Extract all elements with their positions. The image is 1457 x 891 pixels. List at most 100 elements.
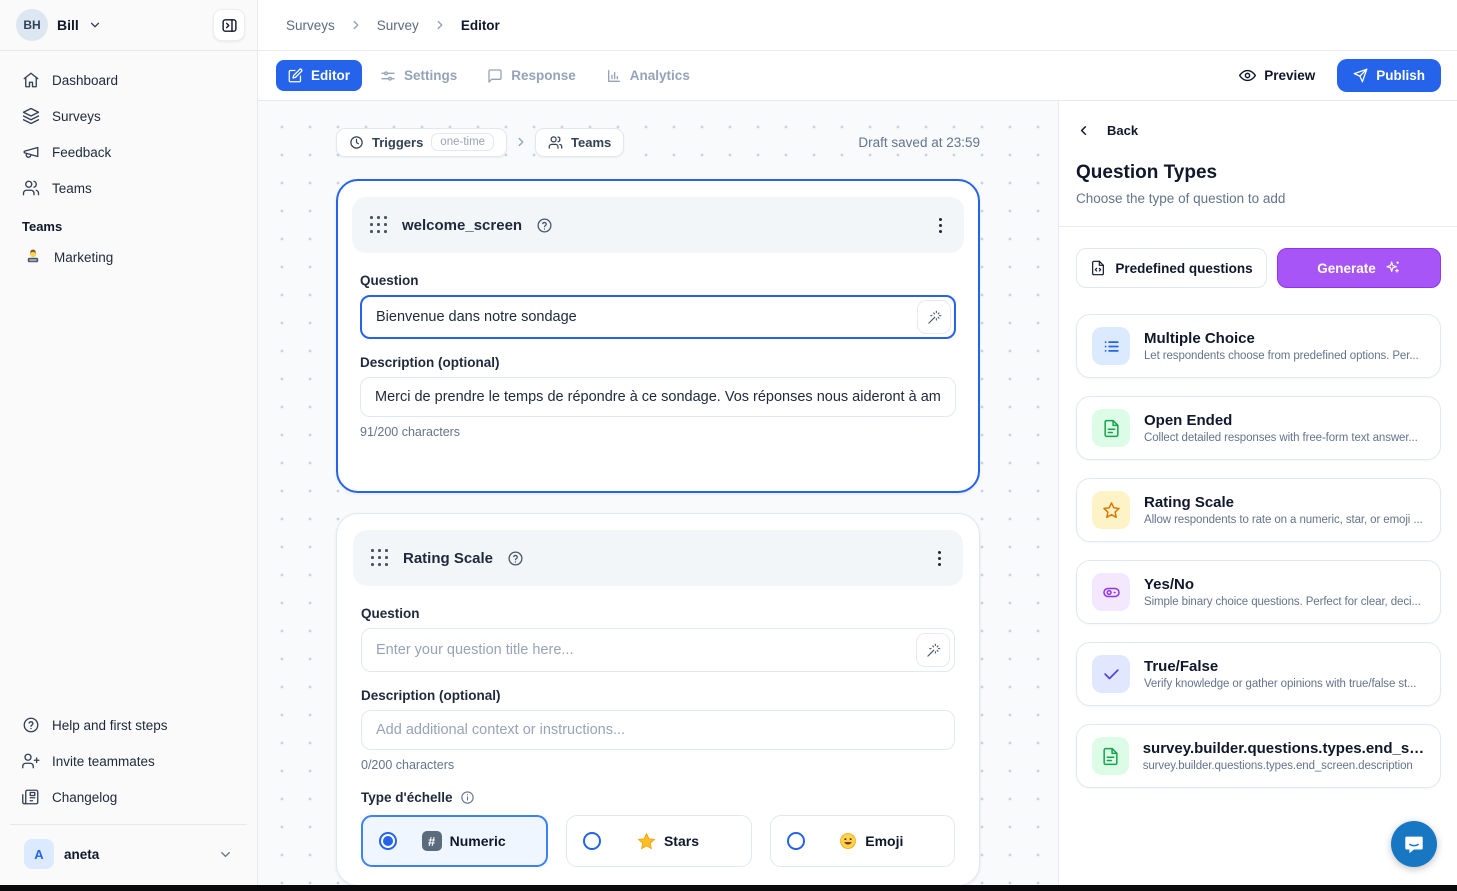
star-emoji-icon — [637, 832, 656, 851]
card-header: Rating Scale — [353, 530, 963, 586]
tab-response[interactable]: Response — [475, 60, 588, 92]
type-name: True/False — [1144, 658, 1416, 675]
check-icon — [1092, 655, 1130, 693]
ai-rewrite-button[interactable] — [916, 633, 950, 667]
workspace-avatar: BH — [16, 9, 48, 41]
tab-label: Editor — [311, 68, 350, 83]
type-card-multiple-choice[interactable]: Multiple Choice Let respondents choose f… — [1076, 314, 1441, 378]
chat-bubble-icon — [1403, 833, 1425, 855]
sidebar-item-teams[interactable]: Teams — [10, 171, 247, 205]
description-input[interactable] — [360, 377, 956, 417]
teams-chip[interactable]: Teams — [535, 128, 624, 157]
type-name: Yes/No — [1144, 576, 1421, 593]
radio-icon — [583, 832, 601, 850]
type-card-true-false[interactable]: True/False Verify knowledge or gather op… — [1076, 642, 1441, 706]
sidebar-item-label: Help and first steps — [52, 718, 168, 733]
type-description: Simple binary choice questions. Perfect … — [1144, 596, 1421, 608]
teams-chip-label: Teams — [571, 135, 611, 150]
sidebar-item-dashboard[interactable]: Dashboard — [10, 63, 247, 97]
back-button[interactable]: Back — [1076, 123, 1441, 138]
drag-handle-icon[interactable] — [370, 216, 388, 234]
sidebar-item-invite[interactable]: Invite teammates — [10, 744, 247, 778]
bottom-edge-bar — [0, 885, 1457, 891]
char-count: 91/200 characters — [360, 425, 956, 439]
description-label: Description (optional) — [360, 355, 956, 370]
generate-label: Generate — [1317, 261, 1376, 276]
sidebar-item-feedback[interactable]: Feedback — [10, 135, 247, 169]
sidebar-item-label: Teams — [52, 181, 92, 196]
magic-wand-icon — [927, 310, 942, 325]
question-label: Question — [360, 273, 956, 288]
triggers-chip-label: Triggers — [372, 135, 423, 150]
newspaper-icon — [22, 788, 40, 806]
breadcrumb-surveys[interactable]: Surveys — [286, 18, 335, 33]
sidebar-item-surveys[interactable]: Surveys — [10, 99, 247, 133]
type-card-open-ended[interactable]: Open Ended Collect detailed responses wi… — [1076, 396, 1441, 460]
sidebar-collapse-button[interactable] — [213, 9, 245, 41]
card-title: Rating Scale — [403, 550, 493, 567]
sidebar-footer-nav: Help and first steps Invite teammates Ch… — [0, 700, 257, 885]
predefined-questions-button[interactable]: Predefined questions — [1076, 248, 1267, 288]
info-icon[interactable] — [460, 790, 475, 805]
rating-scale-card[interactable]: Rating Scale Question Description (optio… — [336, 513, 980, 885]
card-menu-icon[interactable] — [935, 214, 946, 237]
type-name: survey.builder.questions.types.end_scr..… — [1143, 740, 1425, 757]
bar-chart-icon — [606, 68, 622, 84]
question-type-list: Multiple Choice Let respondents choose f… — [1059, 288, 1457, 788]
type-card-rating-scale[interactable]: Rating Scale Allow respondents to rate o… — [1076, 478, 1441, 542]
sidebar-item-changelog[interactable]: Changelog — [10, 780, 247, 814]
question-input[interactable] — [361, 628, 955, 672]
scale-option-stars[interactable]: Stars — [566, 815, 751, 867]
description-input[interactable] — [361, 710, 955, 750]
panel-title: Question Types — [1076, 162, 1441, 184]
sliders-icon — [380, 68, 396, 84]
type-card-yes-no[interactable]: Yes/No Simple binary choice questions. P… — [1076, 560, 1441, 624]
send-icon — [1353, 68, 1368, 83]
panel-collapse-icon — [221, 17, 238, 34]
question-input[interactable] — [360, 295, 956, 339]
sidebar-divider — [10, 824, 247, 825]
sidebar-nav: Dashboard Surveys Feedback Teams — [0, 51, 257, 205]
char-count: 0/200 characters — [361, 758, 955, 772]
triggers-chip[interactable]: Triggers one-time — [336, 128, 507, 157]
generate-button[interactable]: Generate — [1277, 248, 1441, 288]
help-circle-icon[interactable] — [536, 217, 553, 234]
account-name: aneta — [64, 847, 208, 862]
one-time-badge: one-time — [431, 133, 494, 151]
help-circle-icon[interactable] — [507, 550, 524, 567]
preview-button[interactable]: Preview — [1239, 67, 1315, 84]
publish-button[interactable]: Publish — [1337, 59, 1441, 92]
type-description: Let respondents choose from predefined o… — [1144, 350, 1419, 362]
card-menu-icon[interactable] — [934, 547, 945, 570]
question-types-panel: Back Question Types Choose the type of q… — [1058, 101, 1457, 885]
scale-option-numeric[interactable]: # Numeric — [361, 815, 548, 867]
chat-launcher-button[interactable] — [1391, 821, 1437, 867]
type-name: Rating Scale — [1144, 494, 1423, 511]
type-name: Multiple Choice — [1144, 330, 1419, 347]
type-card-end-screen[interactable]: survey.builder.questions.types.end_scr..… — [1076, 724, 1441, 788]
workspace-switcher[interactable]: BH Bill — [16, 9, 102, 41]
account-avatar: A — [24, 839, 54, 869]
ai-rewrite-button[interactable] — [917, 300, 951, 334]
workspace-name: Bill — [57, 17, 79, 33]
card-title: welcome_screen — [402, 217, 522, 234]
tab-analytics[interactable]: Analytics — [594, 60, 702, 92]
tab-editor[interactable]: Editor — [276, 60, 362, 91]
account-menu[interactable]: A aneta — [10, 827, 247, 885]
welcome-screen-card[interactable]: welcome_screen Question Description (opt… — [336, 179, 980, 493]
star-icon — [1092, 491, 1130, 529]
hash-icon: # — [422, 831, 442, 851]
toggle-icon — [1092, 573, 1130, 611]
tab-settings[interactable]: Settings — [368, 60, 469, 92]
drag-handle-icon[interactable] — [371, 549, 389, 567]
scale-option-emoji[interactable]: Emoji — [770, 815, 955, 867]
tab-label: Settings — [404, 68, 457, 83]
users-icon — [548, 135, 563, 150]
scale-type-options: # Numeric Stars Emoji — [361, 815, 955, 867]
sidebar-item-marketing[interactable]: Marketing — [10, 240, 247, 274]
draft-status: Draft saved at 23:59 — [858, 135, 980, 150]
breadcrumb-survey[interactable]: Survey — [377, 18, 419, 33]
sparkles-icon — [1385, 260, 1401, 276]
file-code-icon — [1090, 260, 1106, 276]
sidebar-item-help[interactable]: Help and first steps — [10, 708, 247, 742]
